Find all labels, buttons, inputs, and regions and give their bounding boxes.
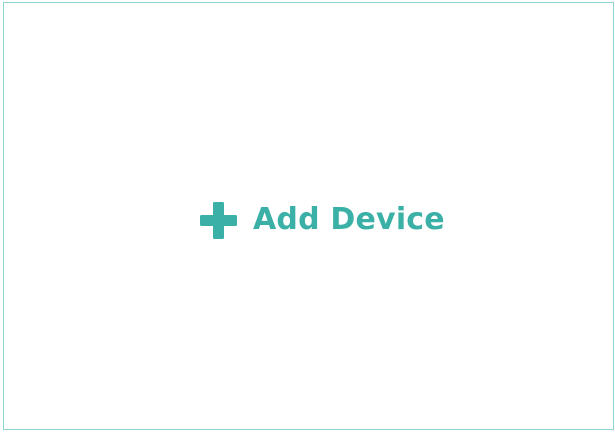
add-device-label: Add Device [253, 202, 445, 237]
plus-icon [200, 201, 237, 239]
add-device-button[interactable]: Add Device [200, 200, 445, 240]
add-device-card[interactable]: Add Device [3, 2, 614, 430]
